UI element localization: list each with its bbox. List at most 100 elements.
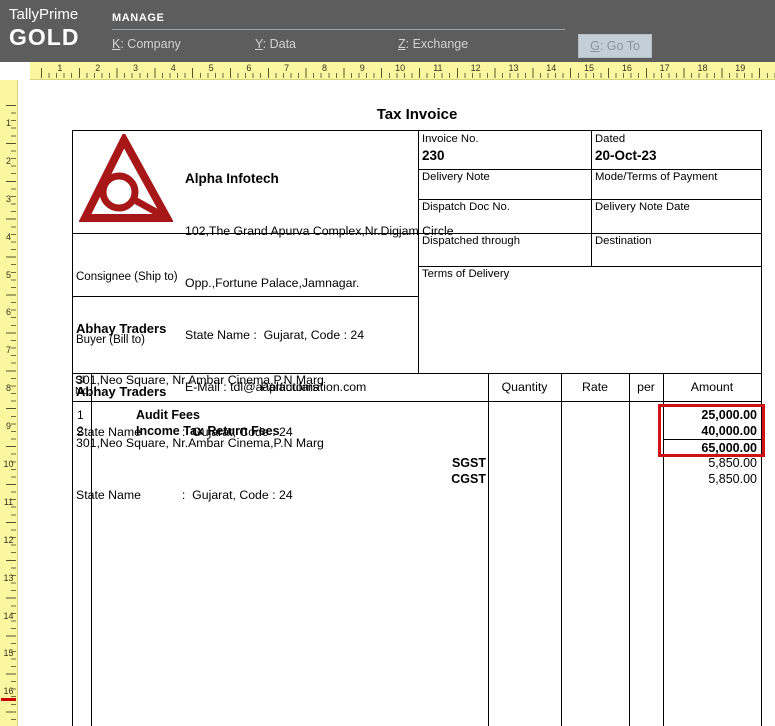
tax-row: CGST 5,850.00: [73, 471, 761, 487]
ruler-number: 15: [3, 648, 14, 659]
invoice: Alpha Infotech 102,The Grand Apurva Comp…: [72, 130, 765, 726]
manage-section: MANAGE K: Company Y: Data Z: Exchange: [112, 12, 565, 51]
menu-item-data-label: : Data: [262, 37, 297, 51]
ruler-number: 12: [470, 63, 481, 73]
item-sl: 1: [77, 408, 84, 422]
highlight-box: [658, 404, 765, 457]
item-sl: 2: [77, 424, 84, 438]
ruler-number: 2: [5, 155, 11, 166]
ruler-number: 5: [208, 63, 214, 73]
ruler-number: 1: [5, 118, 11, 128]
print-preview: Tax Invoice Alpha Infotech 102,The Grand…: [18, 80, 775, 726]
ruler-number: 7: [5, 345, 11, 356]
ruler-vertical-numbers: 1 2 3 4 5 6 7 8 9 10 11 12 13 14 15 16: [0, 80, 17, 711]
app-brand: TallyPrime GOLD: [9, 6, 79, 50]
invoice-title: Tax Invoice: [376, 106, 458, 123]
col-header-rate: Rate: [582, 380, 608, 394]
payment-mode-cell: Mode/Terms of Payment: [591, 169, 761, 199]
tax-row: SGST 5,850.00: [73, 455, 761, 471]
ruler-number: 16: [621, 63, 632, 73]
ruler-number: 14: [3, 610, 14, 621]
ruler-number: 10: [3, 459, 14, 470]
ruler-number: 4: [170, 63, 176, 73]
delivery-note-cell: Delivery Note: [418, 169, 591, 199]
ruler-number: 2: [95, 63, 101, 73]
item-rate: [561, 407, 629, 423]
app-window: TallyPrime GOLD MANAGE K: Company Y: Dat…: [0, 0, 775, 726]
ruler-number: 11: [433, 63, 443, 73]
buyer-heading: Buyer (Bill to): [76, 334, 146, 346]
ruler-number: 9: [5, 421, 11, 432]
ruler-number: 11: [3, 496, 14, 507]
col-header-quantity: Quantity: [501, 380, 548, 394]
goto-button-label: : Go To: [599, 39, 640, 53]
delivery-note-label: Delivery Note: [422, 171, 490, 183]
menu-item-company[interactable]: K: Company: [112, 37, 255, 51]
menu-item-exchange[interactable]: Z: Exchange: [398, 37, 541, 51]
ruler-number: 8: [5, 383, 11, 394]
buyer-block: Buyer (Bill to) Abhay Traders 301,Neo Sq…: [73, 296, 418, 502]
col-header-sl: Sl No.: [73, 373, 91, 401]
menu-row: K: Company Y: Data Z: Exchange: [112, 30, 565, 51]
consignee-heading: Consignee (Ship to): [76, 271, 178, 283]
ruler-number: 10: [395, 63, 406, 73]
dated-cell: Dated 20-Oct-23: [591, 131, 761, 169]
ruler-number: 9: [359, 63, 365, 73]
ruler-vertical: 1 2 3 4 5 6 7 8 9 10 11 12 13 14 15 16: [0, 80, 18, 726]
item-particulars: Income Tax Return Fees: [136, 424, 280, 438]
col-header-sl-line2: No.: [75, 385, 92, 397]
tax-amount: 5,850.00: [708, 456, 757, 470]
ruler-number: 14: [546, 63, 557, 73]
dispatched-through-cell: Dispatched through: [418, 233, 591, 266]
ruler-number: 15: [584, 63, 595, 73]
company-logo-icon: [78, 131, 174, 226]
company-block: Alpha Infotech 102,The Grand Apurva Comp…: [73, 131, 454, 394]
ruler-horizontal: 1 2 3 4 5 6 7 8 9 10 11 12 13 14 15 16 17 18 19: [30, 62, 775, 80]
payment-mode-label: Mode/Terms of Payment: [595, 171, 718, 183]
destination-label: Destination: [595, 235, 652, 247]
menu-key-z: Z: [398, 37, 406, 51]
tax-label: SGST: [451, 456, 486, 470]
items-table-header: Sl No. Particulars Quantity Rate per Amo…: [73, 373, 761, 401]
col-header-particulars: Particulars: [260, 380, 319, 394]
menu-key-y: Y: [255, 37, 263, 51]
menu-item-company-label: : Company: [120, 37, 181, 51]
menu-item-exchange-label: : Exchange: [405, 37, 469, 51]
item-particulars: Audit Fees: [136, 408, 200, 422]
ruler-number: 12: [3, 534, 14, 545]
invoice-no-cell: Invoice No. 230: [418, 131, 591, 169]
ruler-number: 6: [246, 63, 252, 73]
dispatch-doc-label: Dispatch Doc No.: [422, 201, 510, 213]
ruler-number: 6: [5, 307, 11, 318]
app-title: TallyPrime: [9, 6, 79, 23]
ruler-number: 8: [321, 63, 327, 73]
ruler-number: 3: [5, 193, 11, 204]
topbar: TallyPrime GOLD MANAGE K: Company Y: Dat…: [0, 0, 775, 62]
ruler-number: 13: [3, 572, 14, 583]
col-header-per: per: [637, 380, 655, 394]
dispatch-doc-cell: Dispatch Doc No.: [418, 199, 591, 233]
destination-cell: Destination: [591, 233, 761, 266]
ruler-number: 5: [5, 269, 11, 280]
menu-item-data[interactable]: Y: Data: [255, 37, 398, 51]
ruler-number: 18: [697, 63, 708, 73]
app-edition: GOLD: [9, 24, 80, 50]
dated-label: Dated: [595, 133, 626, 145]
ruler-red-mark: [1, 698, 16, 701]
terms-cell: Terms of Delivery: [418, 266, 761, 373]
ruler-number: 4: [5, 231, 11, 242]
ruler-number: 1: [57, 63, 63, 73]
menu-key-g: G: [590, 39, 600, 53]
tax-label: CGST: [451, 472, 486, 486]
tax-amount: 5,850.00: [708, 472, 757, 486]
manage-label: MANAGE: [112, 12, 565, 30]
invoice-no-value: 230: [422, 148, 445, 163]
item-quantity: [488, 407, 561, 423]
ruler-number: 19: [735, 63, 746, 73]
ruler-number: 3: [132, 63, 138, 73]
goto-button[interactable]: G: Go To: [578, 34, 652, 58]
delivery-note-date-label: Delivery Note Date: [595, 201, 690, 213]
invoice-no-label: Invoice No.: [422, 133, 479, 145]
dispatched-through-label: Dispatched through: [422, 235, 520, 247]
ruler-number: 7: [284, 63, 290, 73]
